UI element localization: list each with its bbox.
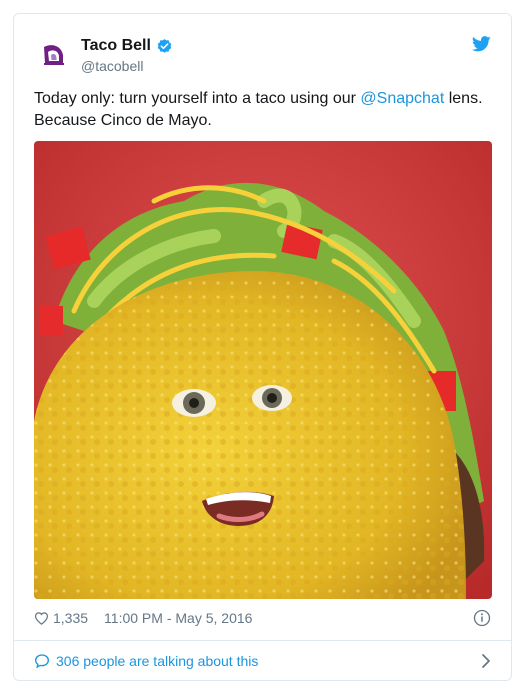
author-name-row[interactable]: Taco Bell: [81, 37, 173, 55]
author-display-name[interactable]: Taco Bell: [81, 37, 151, 55]
tweet-meta: 1,335 11:00 PM - May 5, 2016: [34, 607, 491, 629]
verified-badge-icon: [157, 38, 172, 53]
info-icon[interactable]: [473, 609, 491, 627]
tweet-media[interactable]: [34, 141, 492, 599]
footer-divider: [14, 640, 511, 641]
tweet-card: Taco Bell @tacobell Today only: turn you…: [13, 13, 512, 681]
conversation-label[interactable]: 306 people are talking about this: [56, 653, 258, 669]
tweet-header: Taco Bell @tacobell: [14, 14, 511, 84]
chevron-right-icon[interactable]: [481, 653, 491, 669]
tweet-text-before: Today only: turn yourself into a taco us…: [34, 90, 361, 107]
taco-with-face-photo: [34, 141, 492, 599]
heart-icon[interactable]: [34, 611, 49, 626]
mention-link[interactable]: @Snapchat: [360, 90, 444, 107]
author-avatar[interactable]: [38, 38, 70, 70]
tweet-text: Today only: turn yourself into a taco us…: [34, 88, 494, 132]
conversation-link[interactable]: 306 people are talking about this: [34, 647, 491, 675]
author-handle[interactable]: @tacobell: [81, 58, 143, 74]
twitter-bird-icon[interactable]: [472, 36, 491, 52]
taco-bell-logo-icon: [44, 45, 64, 65]
like-count[interactable]: 1,335: [53, 610, 88, 626]
speech-bubble-icon: [34, 654, 50, 669]
tweet-timestamp[interactable]: 11:00 PM - May 5, 2016: [104, 610, 252, 626]
